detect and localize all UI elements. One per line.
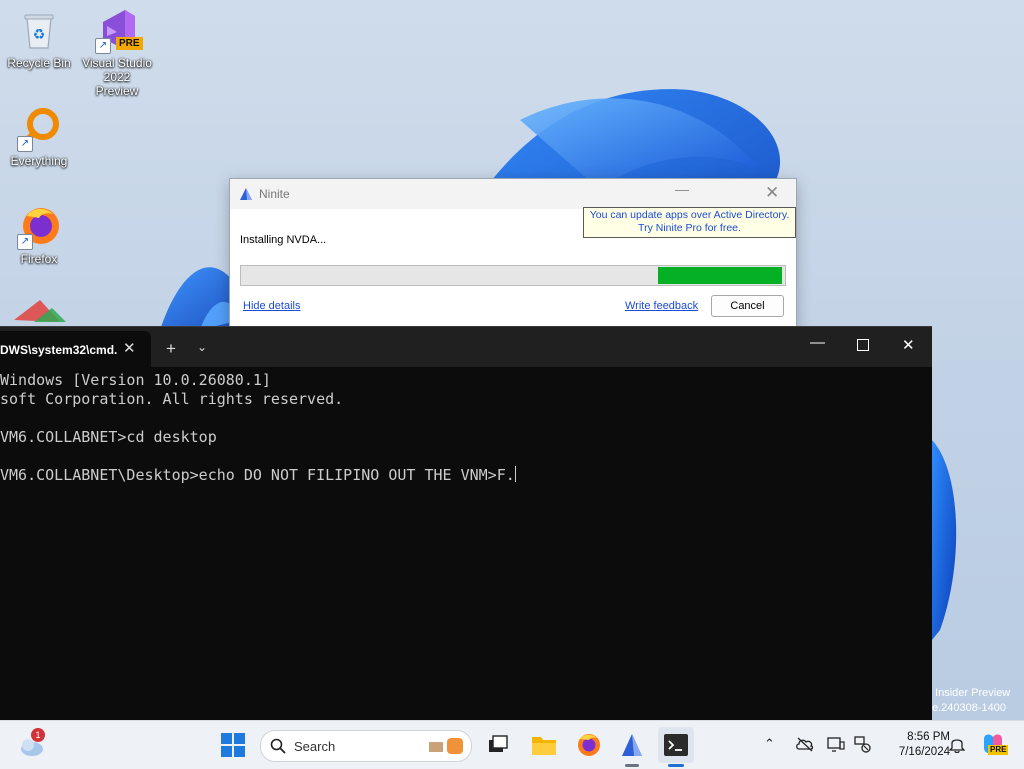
new-tab-icon[interactable]: + xyxy=(166,339,176,359)
text-cursor xyxy=(514,466,516,482)
visual-studio-icon: PRE ↗ xyxy=(95,8,143,54)
terminal-tab[interactable]: DWS\system32\cmd. ✕ xyxy=(0,331,151,367)
file-explorer-button[interactable] xyxy=(531,733,557,762)
desktop-icon-label: Recycle Bin xyxy=(7,56,71,70)
recycle-bin-icon: ♻ xyxy=(17,8,61,52)
start-button[interactable] xyxy=(221,733,245,762)
folder-icon xyxy=(532,737,556,755)
minimize-icon[interactable]: — xyxy=(675,181,689,197)
terminal-line: VM6.COLLABNET>cd desktop xyxy=(0,428,217,446)
shortcut-arrow-icon: ↗ xyxy=(17,234,33,250)
terminal-line: VM6.COLLABNET\Desktop>echo DO NOT FILIPI… xyxy=(0,466,515,484)
ninite-icon xyxy=(622,734,642,756)
progress-bar xyxy=(240,265,786,286)
svg-text:♻: ♻ xyxy=(33,26,46,42)
close-icon[interactable]: ✕ xyxy=(902,336,915,354)
ninite-titlebar[interactable]: Ninite — ✕ xyxy=(230,179,796,209)
tab-title: DWS\system32\cmd. xyxy=(0,343,118,357)
promo-text: You can update apps over Active Director… xyxy=(589,209,790,234)
clock-date: 7/16/2024 xyxy=(898,746,950,758)
copilot-button[interactable]: PRE xyxy=(980,731,1009,762)
window-title: Ninite xyxy=(259,187,290,201)
search-highlight-icon xyxy=(429,738,463,754)
install-status: Installing NVDA... xyxy=(240,234,327,246)
clock-time: 8:56 PM xyxy=(907,731,950,743)
device-icon[interactable] xyxy=(827,735,845,758)
terminal-window: DWS\system32\cmd. ✕ + ⌄ — ✕ Windows [Ver… xyxy=(0,326,932,721)
network-icon[interactable] xyxy=(853,735,871,758)
ninite-window: Ninite — ✕ You can update apps over Acti… xyxy=(229,178,797,330)
search-placeholder: Search xyxy=(294,739,336,754)
progress-fill xyxy=(658,267,782,284)
running-indicator xyxy=(625,764,639,767)
task-view-button[interactable] xyxy=(487,734,509,761)
notification-badge: 1 xyxy=(31,728,45,742)
clock[interactable]: 8:56 PM 7/16/2024 xyxy=(876,730,950,760)
pre-badge: PRE xyxy=(988,745,1009,755)
terminal-output[interactable]: Windows [Version 10.0.26080.1] soft Corp… xyxy=(0,371,932,721)
pre-badge: PRE xyxy=(116,37,143,50)
maximize-icon[interactable] xyxy=(857,339,869,351)
ninite-taskbar-button[interactable] xyxy=(620,732,644,763)
write-feedback-link[interactable]: Write feedback xyxy=(625,300,698,312)
everything-search-icon: ↗ xyxy=(17,106,61,152)
shortcut-arrow-icon: ↗ xyxy=(95,38,111,54)
taskbar: 1 Search ⌃ 8:56 PM 7/16/2024 PRE xyxy=(0,720,1024,769)
firefox-icon: ↗ xyxy=(17,204,61,250)
desktop-icon-visual-studio[interactable]: PRE ↗ Visual Studio 2022 Preview xyxy=(81,8,153,98)
widgets-button[interactable]: 1 xyxy=(18,728,46,764)
terminal-line: Windows [Version 10.0.26080.1] xyxy=(0,371,271,389)
terminal-taskbar-button[interactable] xyxy=(658,727,694,763)
terminal-icon xyxy=(664,734,688,756)
ninite-app-icon xyxy=(238,186,254,202)
desktop-icon-label: Visual Studio 2022 Preview xyxy=(82,56,152,98)
cancel-button[interactable]: Cancel xyxy=(711,295,784,317)
shortcut-arrow-icon: ↗ xyxy=(17,136,33,152)
desktop-icon-label: Firefox xyxy=(20,252,58,266)
tab-close-icon[interactable]: ✕ xyxy=(123,339,136,357)
terminal-line: soft Corporation. All rights reserved. xyxy=(0,390,344,408)
task-view-icon xyxy=(489,735,508,752)
terminal-titlebar[interactable]: DWS\system32\cmd. ✕ + ⌄ — ✕ xyxy=(0,327,932,367)
minimize-icon[interactable]: — xyxy=(810,334,825,351)
ninite-pro-promo[interactable]: You can update apps over Active Director… xyxy=(583,207,796,238)
desktop-icon-recycle-bin[interactable]: ♻ Recycle Bin xyxy=(3,8,75,70)
search-icon xyxy=(270,738,286,754)
active-indicator xyxy=(668,764,684,767)
desktop-icon-firefox[interactable]: ↗ Firefox xyxy=(3,204,75,266)
taskbar-search[interactable]: Search xyxy=(260,730,472,762)
notification-bell-icon[interactable] xyxy=(948,735,966,758)
hide-details-link[interactable]: Hide details xyxy=(243,300,300,312)
terminal-input-line[interactable]: VM6.COLLABNET\Desktop>echo DO NOT FILIPI… xyxy=(0,466,932,485)
chevron-down-icon[interactable]: ⌄ xyxy=(197,340,207,354)
firefox-taskbar-button[interactable] xyxy=(576,732,602,763)
insider-preview-watermark: Insider Preview e.240308-1400 xyxy=(932,687,1011,714)
chevron-up-icon[interactable]: ⌃ xyxy=(764,736,775,752)
windows-logo-icon xyxy=(221,733,245,757)
desktop-icon-everything[interactable]: ↗ Everything xyxy=(3,106,75,168)
onedrive-offline-icon[interactable] xyxy=(795,736,815,757)
desktop-icon-label: Everything xyxy=(10,154,68,168)
close-icon[interactable]: ✕ xyxy=(765,183,779,203)
firefox-icon xyxy=(578,734,600,756)
